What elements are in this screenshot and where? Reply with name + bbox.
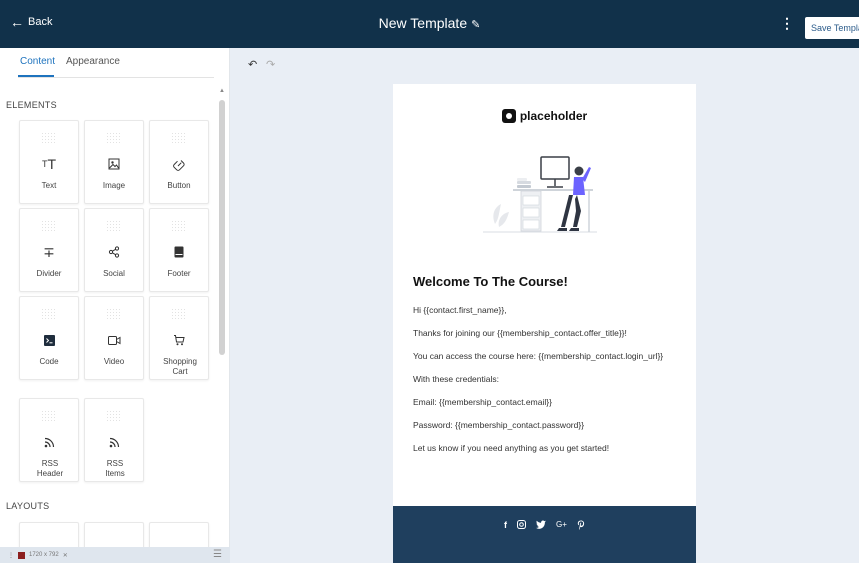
text-icon: TT — [41, 156, 57, 172]
element-tile-button[interactable]: :::::::::: Button — [149, 120, 209, 204]
cart-icon — [150, 333, 208, 347]
rss-icon — [20, 435, 78, 449]
drag-handle-icon[interactable]: :::::::::: — [85, 410, 143, 423]
element-tile-text[interactable]: :::::::::: TT Text — [19, 120, 79, 204]
logo-mark-icon — [501, 109, 516, 123]
tab-content[interactable]: Content — [20, 56, 55, 67]
drag-handle-icon[interactable]: :::::::::: — [20, 132, 78, 145]
grip-icon: ⋮ — [8, 552, 14, 559]
element-tile-label: RSS Header — [36, 459, 64, 478]
element-tile-rss-items[interactable]: :::::::::: RSS Items — [84, 398, 144, 482]
template-title[interactable]: New Template ✎ — [0, 15, 859, 31]
element-tile-social[interactable]: :::::::::: Social — [84, 208, 144, 292]
email-text-line[interactable]: Email: {{membership_contact.email}} — [413, 397, 552, 407]
email-text-line[interactable]: Thanks for joining our {{membership_cont… — [413, 328, 627, 338]
element-tile-label: Image — [102, 181, 126, 190]
drag-handle-icon[interactable]: :::::::::: — [150, 132, 208, 145]
email-text-line[interactable]: With these credentials: — [413, 374, 499, 384]
scrollbar-thumb[interactable] — [219, 100, 225, 355]
element-tile-footer[interactable]: :::::::::: Footer — [149, 208, 209, 292]
more-options-icon[interactable]: ⋮ — [780, 15, 794, 32]
element-tile-rss-header[interactable]: :::::::::: RSS Header — [19, 398, 79, 482]
email-text-line[interactable]: Let us know if you need anything as you … — [413, 443, 609, 453]
debug-bar: ⋮ 1720 x 792 ✕ ☰ — [0, 547, 230, 563]
desk-illustration[interactable] — [481, 149, 599, 234]
element-tile-label: Video — [103, 357, 125, 366]
email-footer[interactable]: f G+ — [393, 506, 696, 563]
drag-handle-icon[interactable]: :::::::::: — [85, 308, 143, 321]
top-bar: ← Back New Template✎ ⋮ Save Template — [0, 0, 859, 48]
video-icon — [85, 333, 143, 347]
drag-handle-icon[interactable]: :::::::::: — [20, 220, 78, 233]
image-icon — [85, 157, 143, 171]
canvas-toolbar: ↶ ↷ — [230, 48, 859, 82]
tab-appearance[interactable]: Appearance — [66, 56, 120, 67]
logo-text: placeholder — [519, 109, 588, 123]
element-tile-label: Code — [39, 357, 59, 366]
element-tile-video[interactable]: :::::::::: Video — [84, 296, 144, 380]
tabs-divider — [18, 77, 214, 78]
pencil-icon[interactable]: ✎ — [471, 19, 480, 31]
footer-icon — [150, 245, 208, 259]
email-logo[interactable]: placeholder — [393, 109, 696, 123]
elements-heading: ELEMENTS — [6, 100, 57, 110]
share-icon — [85, 245, 143, 259]
element-tile-label: RSS Items — [105, 459, 125, 478]
drag-handle-icon[interactable]: :::::::::: — [85, 220, 143, 233]
save-template-button[interactable]: Save Template — [805, 17, 859, 39]
editor-canvas: ↶ ↷ placeholder Welcome To The Course! H… — [230, 48, 859, 563]
drag-handle-icon[interactable]: :::::::::: — [150, 308, 208, 321]
element-tile-label: Shopping Cart — [163, 357, 197, 376]
drag-handle-icon[interactable]: :::::::::: — [20, 308, 78, 321]
facebook-icon[interactable]: f — [504, 520, 507, 532]
element-tile-image[interactable]: :::::::::: Image — [84, 120, 144, 204]
email-text-line[interactable]: You can access the course here: {{member… — [413, 351, 663, 361]
debug-size-text: 1720 x 792 — [29, 552, 59, 558]
element-tile-label: Divider — [36, 269, 62, 278]
template-title-text: New Template — [378, 15, 468, 31]
element-tile-shopping-cart[interactable]: :::::::::: Shopping Cart — [149, 296, 209, 380]
twitter-icon[interactable] — [536, 520, 547, 532]
drag-handle-icon[interactable]: :::::::::: — [85, 132, 143, 145]
close-icon[interactable]: ✕ — [63, 552, 68, 559]
instagram-icon[interactable] — [517, 520, 527, 532]
email-text-line[interactable]: Hi {{contact.first_name}}, — [413, 305, 507, 315]
element-tile-code[interactable]: :::::::::: Code — [19, 296, 79, 380]
google-plus-icon[interactable]: G+ — [556, 520, 567, 532]
pinterest-icon[interactable] — [577, 520, 585, 532]
element-tile-label: Footer — [167, 269, 191, 278]
undo-icon[interactable]: ↶ — [248, 58, 257, 71]
element-tile-divider[interactable]: :::::::::: ∓ Divider — [19, 208, 79, 292]
email-heading[interactable]: Welcome To The Course! — [413, 274, 568, 289]
sidebar: Content Appearance ELEMENTS :::::::::: T… — [0, 48, 230, 563]
scroll-up-icon[interactable]: ▲ — [219, 88, 225, 94]
divider-icon: ∓ — [43, 243, 55, 260]
menu-icon[interactable]: ☰ — [213, 549, 222, 560]
link-icon — [150, 157, 208, 171]
terminal-icon — [20, 333, 78, 347]
layouts-heading: LAYOUTS — [6, 501, 50, 511]
element-tile-label: Text — [41, 181, 57, 190]
sidebar-scrollbar[interactable]: ▲ ▼ — [218, 88, 226, 558]
color-swatch — [18, 551, 25, 559]
element-tile-label: Social — [103, 269, 125, 278]
sidebar-tabs: Content Appearance — [0, 48, 229, 78]
email-text-line[interactable]: Password: {{membership_contact.password}… — [413, 420, 584, 430]
email-preview[interactable]: placeholder Welcome To The Course! Hi {{… — [393, 84, 696, 563]
drag-handle-icon[interactable]: :::::::::: — [20, 410, 78, 423]
rss-icon — [85, 435, 143, 449]
social-icons: f G+ — [393, 520, 696, 532]
element-tile-label: Button — [167, 181, 191, 190]
redo-icon[interactable]: ↷ — [266, 58, 275, 71]
drag-handle-icon[interactable]: :::::::::: — [150, 220, 208, 233]
